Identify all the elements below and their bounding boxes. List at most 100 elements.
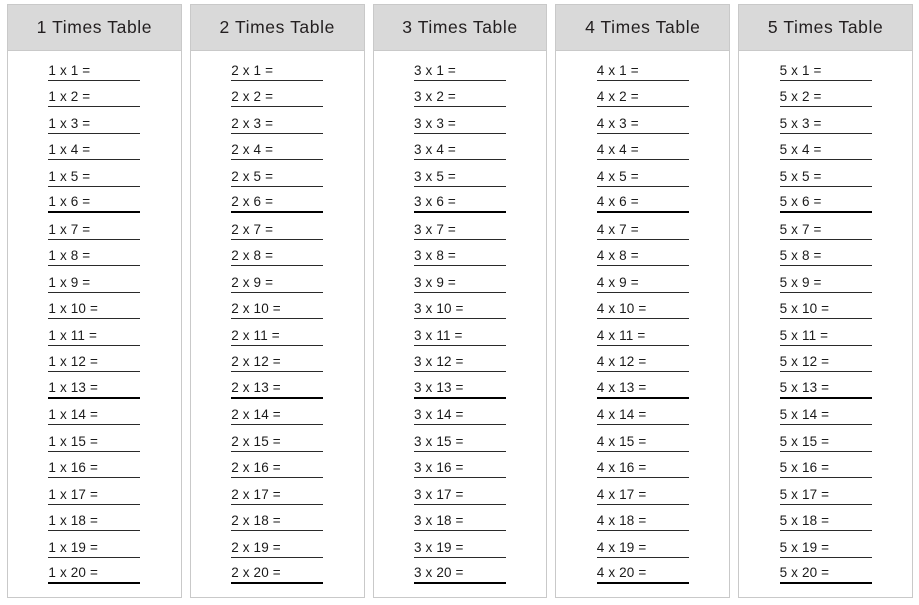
- answer-blank[interactable]: 5 x 11 =: [779, 328, 872, 346]
- answer-blank[interactable]: 2 x 20 =: [231, 565, 324, 584]
- answer-blank[interactable]: 2 x 11 =: [231, 328, 324, 346]
- answer-blank[interactable]: 4 x 11 =: [596, 328, 689, 346]
- answer-blank[interactable]: 4 x 18 =: [596, 513, 689, 531]
- answer-blank[interactable]: 5 x 8 =: [779, 248, 872, 266]
- answer-blank[interactable]: 1 x 13 =: [48, 380, 141, 399]
- answer-blank[interactable]: 1 x 5 =: [48, 169, 141, 187]
- answer-blank[interactable]: 1 x 8 =: [48, 248, 141, 266]
- answer-blank[interactable]: 3 x 4 =: [413, 142, 506, 160]
- answer-blank[interactable]: 1 x 14 =: [48, 407, 141, 425]
- answer-blank[interactable]: 1 x 6 =: [48, 194, 141, 213]
- answer-blank[interactable]: 2 x 7 =: [231, 222, 324, 240]
- answer-blank[interactable]: 5 x 4 =: [779, 142, 872, 160]
- answer-blank[interactable]: 3 x 7 =: [413, 222, 506, 240]
- answer-blank[interactable]: 5 x 9 =: [779, 275, 872, 293]
- answer-blank[interactable]: 2 x 18 =: [231, 513, 324, 531]
- answer-blank[interactable]: 3 x 13 =: [413, 380, 506, 399]
- answer-blank[interactable]: 4 x 12 =: [596, 354, 689, 372]
- answer-blank[interactable]: 4 x 10 =: [596, 301, 689, 319]
- answer-blank[interactable]: 1 x 7 =: [48, 222, 141, 240]
- answer-blank[interactable]: 5 x 7 =: [779, 222, 872, 240]
- answer-blank[interactable]: 3 x 15 =: [413, 434, 506, 452]
- answer-blank[interactable]: 2 x 14 =: [231, 407, 324, 425]
- answer-blank[interactable]: 2 x 1 =: [231, 63, 324, 81]
- answer-blank[interactable]: 4 x 14 =: [596, 407, 689, 425]
- answer-blank[interactable]: 4 x 6 =: [596, 194, 689, 213]
- answer-blank[interactable]: 4 x 19 =: [596, 540, 689, 558]
- answer-blank[interactable]: 2 x 3 =: [231, 116, 324, 134]
- answer-blank[interactable]: 2 x 8 =: [231, 248, 324, 266]
- answer-blank[interactable]: 3 x 6 =: [413, 194, 506, 213]
- answer-blank[interactable]: 2 x 12 =: [231, 354, 324, 372]
- answer-blank[interactable]: 1 x 20 =: [48, 565, 141, 584]
- answer-blank[interactable]: 4 x 1 =: [596, 63, 689, 81]
- answer-blank[interactable]: 3 x 1 =: [413, 63, 506, 81]
- answer-blank[interactable]: 1 x 4 =: [48, 142, 141, 160]
- answer-blank[interactable]: 4 x 8 =: [596, 248, 689, 266]
- answer-blank[interactable]: 2 x 5 =: [231, 169, 324, 187]
- answer-blank[interactable]: 3 x 18 =: [413, 513, 506, 531]
- answer-blank[interactable]: 1 x 9 =: [48, 275, 141, 293]
- answer-blank[interactable]: 5 x 15 =: [779, 434, 872, 452]
- answer-blank[interactable]: 5 x 2 =: [779, 89, 872, 107]
- answer-blank[interactable]: 4 x 15 =: [596, 434, 689, 452]
- answer-blank[interactable]: 1 x 1 =: [48, 63, 141, 81]
- answer-blank[interactable]: 1 x 16 =: [48, 460, 141, 478]
- answer-blank[interactable]: 1 x 15 =: [48, 434, 141, 452]
- answer-blank[interactable]: 5 x 12 =: [779, 354, 872, 372]
- answer-blank[interactable]: 5 x 19 =: [779, 540, 872, 558]
- answer-blank[interactable]: 4 x 9 =: [596, 275, 689, 293]
- answer-blank[interactable]: 2 x 15 =: [231, 434, 324, 452]
- answer-blank[interactable]: 3 x 20 =: [413, 565, 506, 584]
- answer-blank[interactable]: 1 x 19 =: [48, 540, 141, 558]
- answer-blank[interactable]: 1 x 18 =: [48, 513, 141, 531]
- answer-blank[interactable]: 3 x 10 =: [413, 301, 506, 319]
- answer-blank[interactable]: 1 x 17 =: [48, 487, 141, 505]
- answer-blank[interactable]: 1 x 12 =: [48, 354, 141, 372]
- answer-blank[interactable]: 1 x 10 =: [48, 301, 141, 319]
- answer-blank[interactable]: 2 x 17 =: [231, 487, 324, 505]
- answer-blank[interactable]: 3 x 11 =: [413, 328, 506, 346]
- answer-blank[interactable]: 2 x 10 =: [231, 301, 324, 319]
- answer-blank[interactable]: 2 x 4 =: [231, 142, 324, 160]
- answer-blank[interactable]: 1 x 11 =: [48, 328, 141, 346]
- answer-blank[interactable]: 3 x 5 =: [413, 169, 506, 187]
- answer-blank[interactable]: 4 x 13 =: [596, 380, 689, 399]
- answer-blank[interactable]: 5 x 14 =: [779, 407, 872, 425]
- answer-blank[interactable]: 3 x 8 =: [413, 248, 506, 266]
- answer-blank[interactable]: 3 x 2 =: [413, 89, 506, 107]
- answer-blank[interactable]: 5 x 17 =: [779, 487, 872, 505]
- answer-blank[interactable]: 5 x 3 =: [779, 116, 872, 134]
- answer-blank[interactable]: 3 x 3 =: [413, 116, 506, 134]
- answer-blank[interactable]: 3 x 19 =: [413, 540, 506, 558]
- answer-blank[interactable]: 2 x 6 =: [231, 194, 324, 213]
- answer-blank[interactable]: 5 x 16 =: [779, 460, 872, 478]
- answer-blank[interactable]: 5 x 6 =: [779, 194, 872, 213]
- answer-blank[interactable]: 2 x 16 =: [231, 460, 324, 478]
- answer-blank[interactable]: 3 x 12 =: [413, 354, 506, 372]
- answer-blank[interactable]: 5 x 13 =: [779, 380, 872, 399]
- answer-blank[interactable]: 2 x 9 =: [231, 275, 324, 293]
- answer-blank[interactable]: 5 x 1 =: [779, 63, 872, 81]
- answer-blank[interactable]: 4 x 20 =: [596, 565, 689, 584]
- answer-blank[interactable]: 3 x 17 =: [413, 487, 506, 505]
- answer-blank[interactable]: 1 x 3 =: [48, 116, 141, 134]
- answer-blank[interactable]: 4 x 2 =: [596, 89, 689, 107]
- answer-blank[interactable]: 4 x 17 =: [596, 487, 689, 505]
- answer-blank[interactable]: 2 x 13 =: [231, 380, 324, 399]
- answer-blank[interactable]: 1 x 2 =: [48, 89, 141, 107]
- answer-blank[interactable]: 2 x 2 =: [231, 89, 324, 107]
- answer-blank[interactable]: 4 x 7 =: [596, 222, 689, 240]
- answer-blank[interactable]: 2 x 19 =: [231, 540, 324, 558]
- answer-blank[interactable]: 3 x 16 =: [413, 460, 506, 478]
- answer-blank[interactable]: 4 x 16 =: [596, 460, 689, 478]
- answer-blank[interactable]: 3 x 9 =: [413, 275, 506, 293]
- answer-blank[interactable]: 4 x 3 =: [596, 116, 689, 134]
- answer-blank[interactable]: 5 x 5 =: [779, 169, 872, 187]
- answer-blank[interactable]: 4 x 5 =: [596, 169, 689, 187]
- answer-blank[interactable]: 5 x 18 =: [779, 513, 872, 531]
- answer-blank[interactable]: 3 x 14 =: [413, 407, 506, 425]
- answer-blank[interactable]: 5 x 20 =: [779, 565, 872, 584]
- answer-blank[interactable]: 5 x 10 =: [779, 301, 872, 319]
- answer-blank[interactable]: 4 x 4 =: [596, 142, 689, 160]
